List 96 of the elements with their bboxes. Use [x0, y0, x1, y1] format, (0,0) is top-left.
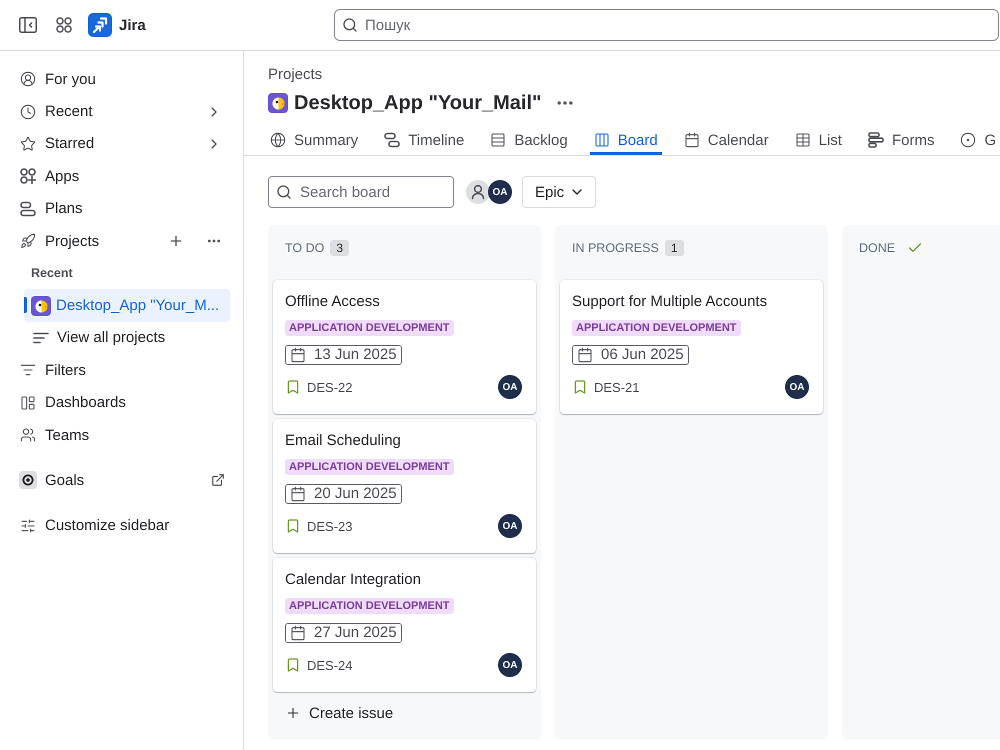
issue-title: Support for Multiple Accounts [572, 292, 768, 312]
create-issue-button[interactable]: Create issue [273, 698, 406, 728]
sidebar-item[interactable]: Dashboards [12, 386, 230, 419]
dots-grid-icon[interactable] [56, 17, 72, 33]
target-icon [19, 471, 37, 490]
assignee-avatar: OA [498, 514, 522, 538]
circles-plus-icon [20, 168, 36, 184]
rounded-bars-icon [20, 200, 36, 217]
sidebar-item[interactable]: Desktop_App "Your_M... [24, 289, 230, 322]
due-date: 06 Jun 2025 [601, 346, 684, 364]
project-logo-icon [31, 296, 51, 316]
tab[interactable]: List [790, 125, 846, 155]
columns-icon [594, 132, 610, 148]
issue-title: Email Scheduling [285, 431, 401, 451]
calendar-icon [290, 625, 306, 641]
target-icon [960, 132, 976, 148]
due-date: 27 Jun 2025 [314, 624, 397, 642]
assignee-avatar: OA [498, 375, 522, 399]
sidebar-item[interactable]: Projects [12, 224, 230, 258]
assignee-avatar: OA [498, 653, 522, 677]
star-icon [20, 136, 36, 152]
epic-label: APPLICATION DEVELOPMENT [285, 459, 454, 475]
tab[interactable]: Summary [266, 125, 362, 155]
bookmark-icon [285, 518, 301, 534]
tab[interactable]: G [956, 125, 1000, 155]
sidebar-item[interactable]: Apps [12, 160, 230, 193]
people-icon [20, 427, 36, 444]
calendar-icon [290, 486, 306, 502]
issue-card[interactable]: Offline Access APPLICATION DEVELOPMENT 13 Jun 2025 DES-22 OA [273, 280, 536, 414]
epic-label: APPLICATION DEVELOPMENT [285, 598, 454, 614]
calendar-icon [684, 132, 700, 148]
user-avatar[interactable]: OA [488, 180, 512, 204]
search-field[interactable]: Пошук [334, 9, 999, 41]
epic-filter-button[interactable]: Epic [522, 176, 596, 208]
issue-key: DES-24 [307, 658, 353, 672]
sidebar-item[interactable]: Plans [12, 192, 230, 225]
epic-label: APPLICATION DEVELOPMENT [285, 320, 454, 336]
sliders-icon [20, 518, 36, 534]
section-heading: Recent [30, 265, 74, 282]
tab[interactable]: Timeline [380, 125, 468, 155]
sidebar-item[interactable]: Customize sidebar [12, 510, 230, 542]
column-title: DONE [859, 240, 896, 257]
clock-icon [20, 104, 36, 120]
person-icon[interactable] [466, 180, 490, 204]
tab[interactable]: Forms [864, 125, 938, 155]
search-icon [276, 184, 292, 200]
issue-card[interactable]: Calendar Integration APPLICATION DEVELOPMENT 27 Jun 2025 DES-24 OA [273, 558, 536, 692]
assignee-avatar: OA [785, 375, 809, 399]
issue-key: DES-21 [594, 380, 640, 394]
column-title: IN PROGRESS [572, 240, 659, 257]
user-circle-icon [20, 71, 36, 88]
issue-card[interactable]: Support for Multiple Accounts APPLICATION DEVELOPMENT 06 Jun 2025 DES-21 OA [560, 280, 823, 414]
bookmark-icon [285, 379, 301, 395]
sidebar-item[interactable]: Filters [12, 354, 230, 387]
product-name: Jira [119, 16, 146, 34]
issue-card[interactable]: Email Scheduling APPLICATION DEVELOPMENT 20 Jun 2025 DES-23 OA [273, 419, 536, 553]
project-logo-icon [268, 93, 288, 113]
issue-count: 1 [664, 240, 684, 256]
sidebar-item[interactable]: For you [12, 63, 230, 96]
issue-title: Offline Access [285, 292, 380, 312]
issue-key: DES-23 [307, 518, 353, 534]
plus-icon [285, 705, 301, 721]
issue-title: Calendar Integration [285, 570, 421, 590]
app-logo-icon[interactable] [88, 13, 112, 37]
bookmark-icon [572, 379, 588, 395]
table-icon [794, 132, 811, 148]
sidebar-item[interactable]: Teams [12, 418, 230, 452]
sidebar-item[interactable]: View all projects [24, 322, 230, 354]
rocket-icon [20, 233, 36, 250]
calendar-icon [290, 347, 306, 363]
lines-icon [33, 330, 49, 346]
due-date: 20 Jun 2025 [314, 485, 397, 503]
external-link-icon[interactable] [211, 473, 225, 488]
breadcrumb-link[interactable]: Projects [268, 65, 322, 85]
search-icon [342, 17, 358, 33]
calendar-icon [577, 347, 593, 363]
due-date: 13 Jun 2025 [314, 346, 397, 364]
issue-key: DES-22 [307, 380, 353, 394]
tab[interactable]: Board [590, 125, 662, 155]
sidebar-toggle-icon[interactable] [19, 16, 37, 34]
column-title: TO DO [285, 240, 324, 257]
search-field[interactable]: Search board [268, 176, 454, 208]
issue-count: 3 [330, 240, 350, 256]
epic-label: APPLICATION DEVELOPMENT [572, 320, 741, 336]
rows-icon [490, 132, 506, 148]
sidebar-item[interactable]: Goals [12, 464, 230, 497]
tab[interactable]: Calendar [680, 125, 773, 155]
form-lines-icon [868, 132, 884, 148]
bookmark-icon [285, 657, 301, 673]
tab[interactable]: Backlog [486, 125, 572, 155]
rounded-bars-icon [384, 132, 400, 148]
layout-panel-icon [20, 394, 36, 411]
globe-icon [270, 132, 286, 148]
project-title: Desktop_App "Your_Mail" [294, 91, 542, 116]
sidebar-item[interactable]: Starred [12, 128, 230, 160]
sidebar-item[interactable]: Recent [12, 95, 230, 128]
